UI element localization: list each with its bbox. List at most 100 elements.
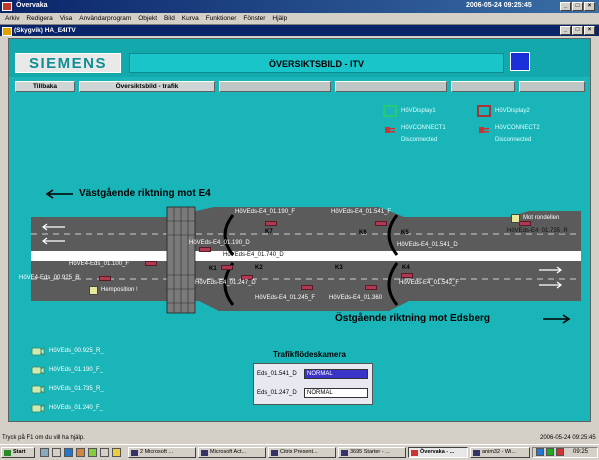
roundabout-camera-icon[interactable] <box>511 214 520 223</box>
quick-launch-icon[interactable] <box>100 448 109 457</box>
camera-icon[interactable] <box>31 345 45 357</box>
taskbar-item-label: Microsoft Act... <box>210 449 247 455</box>
app-icon <box>473 450 480 456</box>
traffic-flow-camera-panel: Eds_01.541_D NORMAL Eds_01.247_D NORMAL <box>253 363 373 405</box>
taskbar-item-label: 3695 Starter - ... <box>350 449 390 455</box>
camera-marker[interactable] <box>301 285 313 290</box>
start-label: Start <box>13 449 26 455</box>
quick-launch-icon[interactable] <box>64 448 73 457</box>
camera-marker[interactable] <box>365 285 377 290</box>
taskbar-item-label: Citrix Present... <box>280 449 318 455</box>
camera-icon[interactable] <box>31 364 45 376</box>
tray-clock: 09:25 <box>573 449 589 455</box>
camera-label-01541d[interactable]: HöVEds-E4_01.541_D <box>397 242 458 248</box>
status-text: Tryck på F1 om du vill ha hjälp. <box>2 435 85 441</box>
camera-icon[interactable] <box>31 402 45 414</box>
app-icon <box>2 2 12 11</box>
quick-launch-icon[interactable] <box>52 448 61 457</box>
quick-launch-icon[interactable] <box>76 448 85 457</box>
child-window-title-bar: (Skygvik) HA_E4ITV _ □ × <box>0 25 599 36</box>
camera-label-01542f[interactable]: HöVEds-E4_01.542_F <box>399 280 459 286</box>
camera-label-mot-rondellen[interactable]: Mot rondellen <box>523 215 559 221</box>
panel-row1-value[interactable]: NORMAL <box>304 369 368 379</box>
menu-hjalp[interactable]: Hjälp <box>272 13 287 24</box>
child-close-button[interactable]: × <box>584 26 595 35</box>
zone-label-k6: K6 <box>359 230 367 236</box>
menu-visa[interactable]: Visa <box>60 13 73 24</box>
child-minimize-button[interactable]: _ <box>560 26 571 35</box>
taskbar-item-label: 2 Microsoft ... <box>140 449 174 455</box>
camera-marker[interactable] <box>145 261 157 266</box>
taskbar-item-microsoft-2[interactable]: Microsoft Act... <box>198 447 266 458</box>
westbound-road <box>31 207 581 251</box>
close-button[interactable]: × <box>584 2 595 11</box>
camera-label-01360[interactable]: HöVEds-E4_01.360 <box>329 295 382 301</box>
app-icon <box>411 450 418 456</box>
maximize-button[interactable]: □ <box>572 2 583 11</box>
tray-icon[interactable] <box>546 448 554 456</box>
taskbar-item-anim32[interactable]: anim32 - Wi... <box>470 447 530 458</box>
taskbar-item-label: anim32 - Wi... <box>482 449 516 455</box>
panel-row2-value[interactable]: NORMAL <box>304 388 368 398</box>
start-button[interactable]: Start <box>1 447 35 458</box>
camera-label-01245f[interactable]: HöVEds-E4_01.245_F <box>255 295 315 301</box>
taskbar-item-label: Övervaka - ... <box>420 449 455 455</box>
tray-icon[interactable] <box>536 448 544 456</box>
windows-logo-icon <box>4 450 11 456</box>
child-maximize-button[interactable]: □ <box>572 26 583 35</box>
side-camera-label-3[interactable]: HöVEds_01.735_R_ <box>49 386 104 392</box>
taskbar-item-starter[interactable]: 3695 Starter - ... <box>338 447 406 458</box>
side-camera-label-2[interactable]: HöVEds_01.190_F_ <box>49 367 103 373</box>
window-title-bar: Övervaka 2006-05-24 09:25:45 _ □ × <box>0 0 599 13</box>
window-clock: 2006-05-24 09:25:45 <box>466 2 532 9</box>
app-icon <box>271 450 278 456</box>
camera-icon[interactable] <box>31 383 45 395</box>
zone-label-k1: K1 <box>209 266 217 272</box>
camera-marker[interactable] <box>221 265 233 270</box>
camera-marker[interactable] <box>199 247 211 252</box>
menu-anvandarprogram[interactable]: Användarprogram <box>79 13 131 24</box>
zone-label-k4: K4 <box>402 265 410 271</box>
quick-launch-icon[interactable] <box>112 448 121 457</box>
child-window-icon <box>2 27 12 36</box>
menu-arkiv[interactable]: Arkiv <box>5 13 19 24</box>
camera-marker[interactable] <box>401 273 413 278</box>
quick-launch-icon[interactable] <box>40 448 49 457</box>
taskbar-item-citrix[interactable]: Citrix Present... <box>268 447 336 458</box>
menu-bild[interactable]: Bild <box>164 13 175 24</box>
app-icon <box>341 450 348 456</box>
camera-label-01100f[interactable]: HöVE4-Eds_01.100_F <box>69 261 129 267</box>
panel-row1-label: Eds_01.541_D <box>257 371 297 377</box>
camera-label-01740d[interactable]: HöVEds-E4_01.740_D <box>223 252 284 258</box>
camera-marker[interactable] <box>375 221 387 226</box>
camera-label-01247d[interactable]: HöVEds-E4_01.247_D <box>195 280 256 286</box>
camera-marker[interactable] <box>519 221 531 226</box>
camera-marker[interactable] <box>265 221 277 226</box>
zone-label-k2: K2 <box>255 265 263 271</box>
menu-fonster[interactable]: Fönster <box>243 13 265 24</box>
home-position-icon[interactable] <box>89 286 98 295</box>
menu-objekt[interactable]: Objekt <box>138 13 157 24</box>
camera-label-00925r[interactable]: HöVE4-Eds_00.925_R <box>19 275 80 281</box>
quick-launch-icon[interactable] <box>88 448 97 457</box>
camera-label-01190f[interactable]: HöVEds-E4_01.190_F <box>235 209 295 215</box>
panel-row2-label: Eds_01.247_D <box>257 390 297 396</box>
menu-kurva[interactable]: Kurva <box>182 13 199 24</box>
camera-label-01190d[interactable]: HöVEds-E4_01.190_D <box>189 240 250 246</box>
taskbar: Start 2 Microsoft ... Microsoft Act... C… <box>0 444 599 460</box>
camera-marker[interactable] <box>99 276 111 281</box>
menu-redigera[interactable]: Redigera <box>26 13 52 24</box>
minimize-button[interactable]: _ <box>560 2 571 11</box>
tray-icon[interactable] <box>556 448 564 456</box>
taskbar-item-microsoft-1[interactable]: 2 Microsoft ... <box>128 447 196 458</box>
side-camera-label-1[interactable]: HöVEds_00.925_R_ <box>49 348 104 354</box>
taskbar-item-overvaka[interactable]: Övervaka - ... <box>408 447 468 458</box>
camera-label-01735r[interactable]: HöVEds-E4_01.735_R <box>507 228 568 234</box>
menu-funktioner[interactable]: Funktioner <box>206 13 237 24</box>
camera-label-hemposition[interactable]: Hemposition ! <box>101 287 138 293</box>
traffic-flow-camera-title: Trafikflödeskamera <box>273 350 346 359</box>
zone-label-k5: K5 <box>401 230 409 236</box>
camera-label-01541f[interactable]: HöVEds-E4_01.541_F <box>331 209 391 215</box>
zone-label-k3: K3 <box>335 265 343 271</box>
side-camera-label-4[interactable]: HöVEds_01.240_F_ <box>49 405 103 411</box>
